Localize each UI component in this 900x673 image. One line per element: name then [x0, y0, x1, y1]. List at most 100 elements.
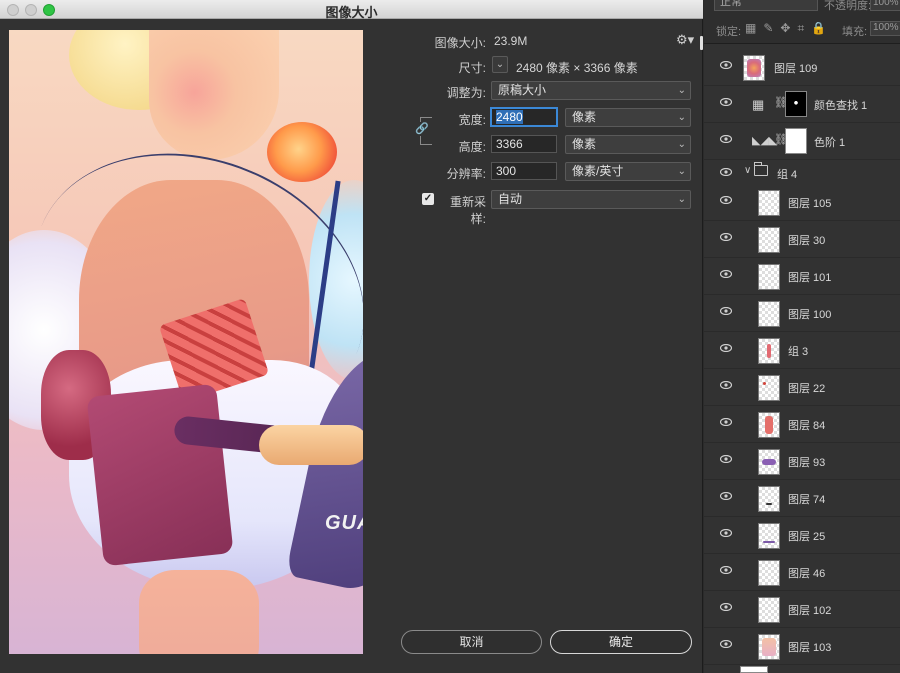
- resolution-unit-value: 像素/英寸: [572, 164, 624, 178]
- resolution-label: 分辨率:: [446, 167, 486, 181]
- eye-icon[interactable]: [720, 196, 732, 204]
- chevron-down-icon[interactable]: ∨: [744, 165, 751, 176]
- layer-row[interactable]: 图层 101: [704, 258, 900, 295]
- preview-text: GUA: [325, 512, 363, 534]
- resample-select[interactable]: 自动 ⌄: [491, 190, 691, 209]
- blend-mode-select[interactable]: 正常: [714, 0, 818, 11]
- eye-icon[interactable]: [720, 61, 732, 69]
- height-input[interactable]: 3366: [491, 135, 557, 153]
- eye-icon[interactable]: [720, 455, 732, 463]
- layer-row[interactable]: 图层 102: [704, 591, 900, 628]
- eye-icon[interactable]: [720, 566, 732, 574]
- chevron-down-icon: ⌄: [677, 85, 686, 96]
- resolution-value: 300: [496, 164, 517, 178]
- layer-name: 图层 25: [788, 531, 826, 543]
- width-input[interactable]: 2480: [491, 108, 557, 126]
- cancel-button[interactable]: 取消: [401, 630, 542, 654]
- layer-name: 图层 100: [788, 309, 832, 321]
- eye-icon[interactable]: [720, 98, 732, 106]
- fill-input[interactable]: 100%: [870, 21, 900, 36]
- ok-button[interactable]: 确定: [550, 630, 692, 654]
- layer-row[interactable]: 图层 46: [704, 554, 900, 591]
- lock-icons[interactable]: ▦✎✥⌗🔒: [745, 21, 833, 36]
- layer-name: 色阶 1: [814, 137, 846, 149]
- gear-icon[interactable]: ⚙▾: [676, 32, 694, 48]
- layer-name: 图层 105: [788, 198, 832, 210]
- layer-thumbnail: [758, 190, 780, 216]
- layer-row[interactable]: ▦ ⛓ 颜色查找 1: [704, 86, 900, 123]
- layer-row[interactable]: 图层 84: [704, 406, 900, 443]
- eye-icon[interactable]: [720, 270, 732, 278]
- height-unit-value: 像素: [572, 137, 597, 151]
- preview-art: [149, 30, 279, 160]
- width-unit-select[interactable]: 像素 ⌄: [565, 108, 691, 127]
- height-label: 高度:: [458, 140, 486, 154]
- eye-icon[interactable]: [720, 307, 732, 315]
- layer-name: 图层 74: [788, 494, 826, 506]
- resample-checkbox[interactable]: ✓: [422, 193, 434, 205]
- layer-name: 颜色查找 1: [814, 100, 868, 112]
- layer-row[interactable]: 图层 25: [704, 517, 900, 554]
- layer-row[interactable]: 图层 105: [704, 184, 900, 221]
- width-value: 2480: [496, 110, 523, 124]
- eye-icon[interactable]: [720, 529, 732, 537]
- layer-name: 组 3: [788, 346, 809, 358]
- layer-thumbnail: [758, 227, 780, 253]
- resample-value: 自动: [498, 192, 523, 206]
- eye-icon[interactable]: [720, 640, 732, 648]
- layer-name: 图层 103: [788, 642, 832, 654]
- scrollbar-indicator[interactable]: [700, 36, 703, 50]
- layer-thumbnail: [758, 597, 780, 623]
- eye-icon[interactable]: [720, 233, 732, 241]
- resample-label: 重新采样:: [449, 195, 486, 226]
- preview-art: [86, 383, 234, 567]
- chevron-down-icon: ⌄: [495, 59, 505, 70]
- layer-row[interactable]: 图层 93: [704, 443, 900, 480]
- layer-thumbnail: [743, 55, 765, 81]
- layer-thumbnail: [758, 523, 780, 549]
- layer-thumbnail: [758, 412, 780, 438]
- dialog-title: 图像大小: [325, 5, 378, 20]
- opacity-input[interactable]: 100%: [870, 0, 900, 11]
- layer-row[interactable]: 图层 30: [704, 221, 900, 258]
- layer-row[interactable]: 图层 100: [704, 295, 900, 332]
- layer-row[interactable]: 图层 103: [704, 628, 900, 665]
- layers-panel: 正常 不透明度: 100% 锁定: ▦✎✥⌗🔒 填充: 100% 图层 109 …: [704, 0, 900, 673]
- preview-art: [259, 425, 363, 465]
- eye-icon[interactable]: [720, 135, 732, 143]
- fit-to-label: 调整为:: [446, 86, 486, 100]
- dimensions-label: 尺寸:: [458, 61, 486, 75]
- layer-row[interactable]: 图层 74: [704, 480, 900, 517]
- layer-row[interactable]: 组 3: [704, 332, 900, 369]
- image-preview[interactable]: GUA: [9, 30, 363, 654]
- layer-thumbnail: [758, 338, 780, 364]
- eye-icon[interactable]: [720, 344, 732, 352]
- fit-to-select[interactable]: 原稿大小 ⌄: [491, 81, 691, 100]
- eye-icon[interactable]: [720, 603, 732, 611]
- layer-row[interactable]: ◣◢◣ ⛓ 色阶 1: [704, 123, 900, 160]
- image-size-label: 图像大小:: [434, 36, 486, 50]
- eye-icon[interactable]: [720, 418, 732, 426]
- layer-name: 图层 101: [788, 272, 832, 284]
- layer-mask: [785, 91, 807, 117]
- layer-thumbnail: [758, 449, 780, 475]
- chevron-down-icon: ⌄: [677, 139, 686, 150]
- dimensions-unit-dropdown[interactable]: ⌄: [492, 56, 508, 73]
- height-unit-select[interactable]: 像素 ⌄: [565, 135, 691, 154]
- layer-name: 图层 22: [788, 383, 826, 395]
- eye-icon[interactable]: [720, 168, 732, 176]
- layer-row[interactable]: 图层 22: [704, 369, 900, 406]
- layer-thumbnail: [758, 560, 780, 586]
- group-row[interactable]: ∨ 组 4: [704, 162, 900, 182]
- layers-panel-toolbar: 正常 不透明度: 100% 锁定: ▦✎✥⌗🔒 填充: 100%: [704, 0, 900, 44]
- eye-icon[interactable]: [720, 381, 732, 389]
- resolution-unit-select[interactable]: 像素/英寸 ⌄: [565, 162, 691, 181]
- resolution-input[interactable]: 300: [491, 162, 557, 180]
- layer-row[interactable]: 图层 109: [704, 49, 900, 86]
- chevron-down-icon: ⌄: [677, 112, 686, 123]
- eye-icon[interactable]: [720, 492, 732, 500]
- title-bar: 图像大小: [0, 0, 703, 20]
- image-size-dialog: 图像大小 GUA 图像大小: 23.9M ⚙▾ 尺寸: ⌄ 2480 像素 × …: [0, 0, 703, 673]
- group-name: 组 4: [777, 169, 798, 181]
- preview-art: [267, 122, 337, 182]
